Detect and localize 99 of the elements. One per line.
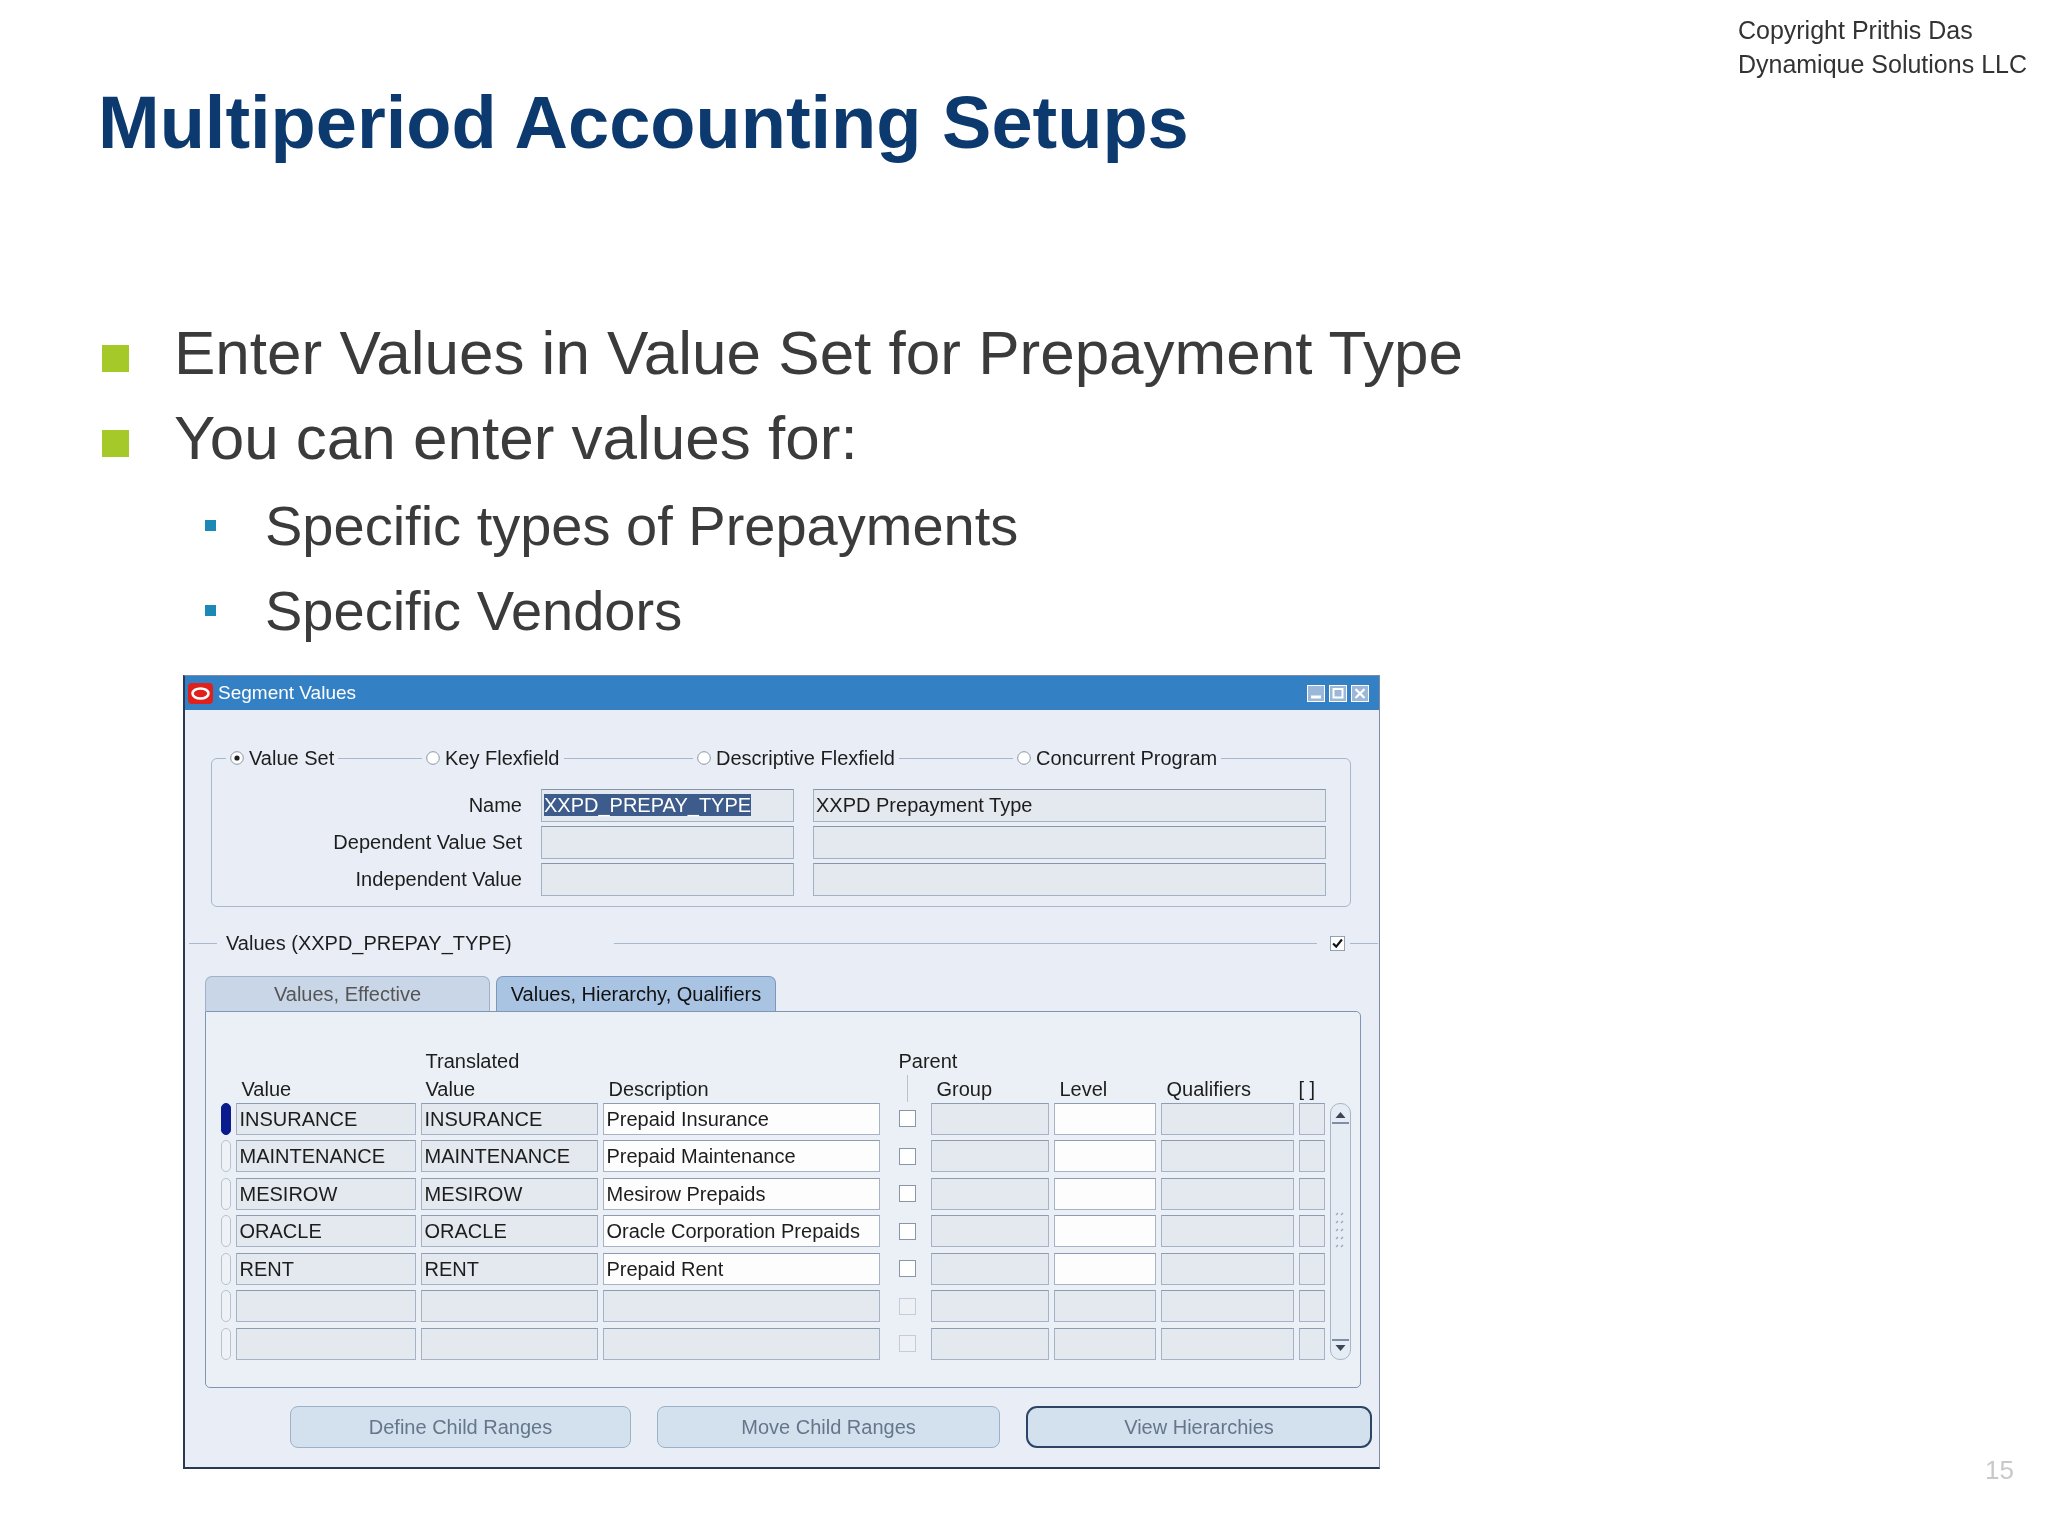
- section-checkbox[interactable]: [1330, 935, 1345, 951]
- column-header: [ ]: [1298, 1076, 1316, 1102]
- group-field[interactable]: [930, 1215, 1049, 1247]
- translated-value-field[interactable]: MESIROW: [420, 1177, 598, 1210]
- level-field[interactable]: [1053, 1327, 1156, 1360]
- column-header: Qualifiers: [1165, 1076, 1251, 1102]
- tab[interactable]: Values, Effective: [205, 976, 490, 1011]
- translated-value-field[interactable]: RENT: [420, 1252, 598, 1285]
- small-field[interactable]: [1298, 1327, 1325, 1360]
- parent-checkbox[interactable]: [898, 1335, 916, 1352]
- description-field[interactable]: Prepaid Rent: [602, 1252, 880, 1285]
- column-header: Value: [240, 1076, 292, 1102]
- minimize-icon[interactable]: [1307, 684, 1325, 702]
- column-header: Group: [935, 1076, 993, 1102]
- sub-bullet-text: Specific Vendors: [265, 578, 683, 644]
- level-field[interactable]: [1053, 1140, 1156, 1172]
- qualifiers-field[interactable]: [1160, 1177, 1294, 1210]
- column-header: Description: [607, 1076, 709, 1102]
- description-field[interactable]: [602, 1290, 880, 1322]
- value-field[interactable]: INSURANCE: [235, 1102, 416, 1135]
- bullet-text: You can enter values for:: [174, 402, 858, 474]
- description-field[interactable]: [602, 1327, 880, 1360]
- column-header: Parent: [897, 1048, 958, 1074]
- column-header: Translated Value: [424, 1048, 521, 1102]
- group-field[interactable]: [930, 1327, 1049, 1360]
- radio-icon[interactable]: [697, 751, 711, 765]
- description-field[interactable]: Prepaid Maintenance: [602, 1140, 880, 1172]
- parent-checkbox[interactable]: [898, 1185, 916, 1202]
- group-field[interactable]: [930, 1140, 1049, 1172]
- vertical-scrollbar[interactable]: [1329, 1102, 1351, 1360]
- qualifiers-field[interactable]: [1160, 1252, 1294, 1285]
- column-header: Level: [1058, 1076, 1108, 1102]
- square-bullet-icon: [205, 605, 216, 616]
- small-field[interactable]: [1298, 1252, 1325, 1285]
- small-field[interactable]: [1298, 1140, 1325, 1172]
- group-field[interactable]: [930, 1102, 1049, 1135]
- level-field[interactable]: [1053, 1102, 1156, 1135]
- description-field[interactable]: [813, 826, 1326, 859]
- description-field[interactable]: Prepaid Insurance: [602, 1102, 880, 1135]
- description-field[interactable]: [813, 863, 1326, 896]
- close-icon[interactable]: [1351, 684, 1369, 702]
- window-title: Segment Values: [218, 682, 356, 704]
- qualifiers-field[interactable]: [1160, 1327, 1294, 1360]
- square-bullet-icon: [102, 429, 129, 457]
- parent-checkbox[interactable]: [898, 1222, 916, 1240]
- slide-title: Multiperiod Accounting Setups: [98, 80, 1189, 165]
- copyright-line: Dynamique Solutions LLC: [1737, 49, 2027, 80]
- value-field[interactable]: MAINTENANCE: [235, 1140, 416, 1172]
- group-field[interactable]: [930, 1252, 1049, 1285]
- translated-value-field[interactable]: [420, 1327, 598, 1360]
- code-field[interactable]: [541, 826, 794, 859]
- radio-icon[interactable]: [1017, 751, 1031, 765]
- level-field[interactable]: [1053, 1290, 1156, 1322]
- value-field[interactable]: RENT: [235, 1252, 416, 1285]
- level-field[interactable]: [1053, 1177, 1156, 1210]
- field-label: Independent Value: [354, 867, 522, 892]
- square-bullet-icon: [205, 520, 216, 531]
- qualifiers-field[interactable]: [1160, 1140, 1294, 1172]
- section-title: Values (XXPD_PREPAY_TYPE): [226, 931, 512, 955]
- translated-value-field[interactable]: ORACLE: [420, 1215, 598, 1247]
- qualifiers-field[interactable]: [1160, 1215, 1294, 1247]
- parent-checkbox[interactable]: [898, 1297, 916, 1315]
- qualifiers-field[interactable]: [1160, 1290, 1294, 1322]
- small-field[interactable]: [1298, 1215, 1325, 1247]
- tab[interactable]: Values, Hierarchy, Qualifiers: [496, 976, 776, 1011]
- value-field[interactable]: ORACLE: [235, 1215, 416, 1247]
- level-field[interactable]: [1053, 1252, 1156, 1285]
- group-field[interactable]: [930, 1177, 1049, 1210]
- code-field[interactable]: [541, 863, 794, 896]
- radio-icon[interactable]: [426, 751, 440, 765]
- translated-value-field[interactable]: [420, 1290, 598, 1322]
- logo-icon: [188, 682, 213, 704]
- description-field[interactable]: Mesirow Prepaids: [602, 1177, 880, 1210]
- copyright-line: Copyright Prithis Das: [1737, 15, 1974, 46]
- parent-checkbox[interactable]: [898, 1110, 916, 1127]
- small-field[interactable]: [1298, 1102, 1325, 1135]
- translated-value-field[interactable]: MAINTENANCE: [420, 1140, 598, 1172]
- group-field[interactable]: [930, 1290, 1049, 1322]
- value-field[interactable]: [235, 1290, 416, 1322]
- maximize-icon[interactable]: [1329, 684, 1347, 702]
- code-field[interactable]: XXPD_PREPAY_TYPE: [541, 789, 794, 822]
- parent-checkbox[interactable]: [898, 1147, 916, 1165]
- sub-bullet-text: Specific types of Prepayments: [265, 493, 1019, 559]
- square-bullet-icon: [102, 344, 129, 372]
- parent-checkbox[interactable]: [898, 1260, 916, 1277]
- level-field[interactable]: [1053, 1215, 1156, 1247]
- value-field[interactable]: MESIROW: [235, 1177, 416, 1210]
- bullet-text: Enter Values in Value Set for Prepayment Type: [174, 317, 1463, 389]
- small-field[interactable]: [1298, 1290, 1325, 1322]
- small-field[interactable]: [1298, 1177, 1325, 1210]
- radio-icon[interactable]: [230, 751, 244, 765]
- field-label: Dependent Value Set: [332, 830, 522, 855]
- field-label: Name: [467, 793, 522, 818]
- qualifiers-field[interactable]: [1160, 1102, 1294, 1135]
- value-field[interactable]: [235, 1327, 416, 1360]
- record-indicator[interactable]: [220, 1102, 231, 1135]
- description-field[interactable]: XXPD Prepayment Type: [813, 789, 1326, 822]
- translated-value-field[interactable]: INSURANCE: [420, 1102, 598, 1135]
- description-field[interactable]: Oracle Corporation Prepaids: [602, 1215, 880, 1247]
